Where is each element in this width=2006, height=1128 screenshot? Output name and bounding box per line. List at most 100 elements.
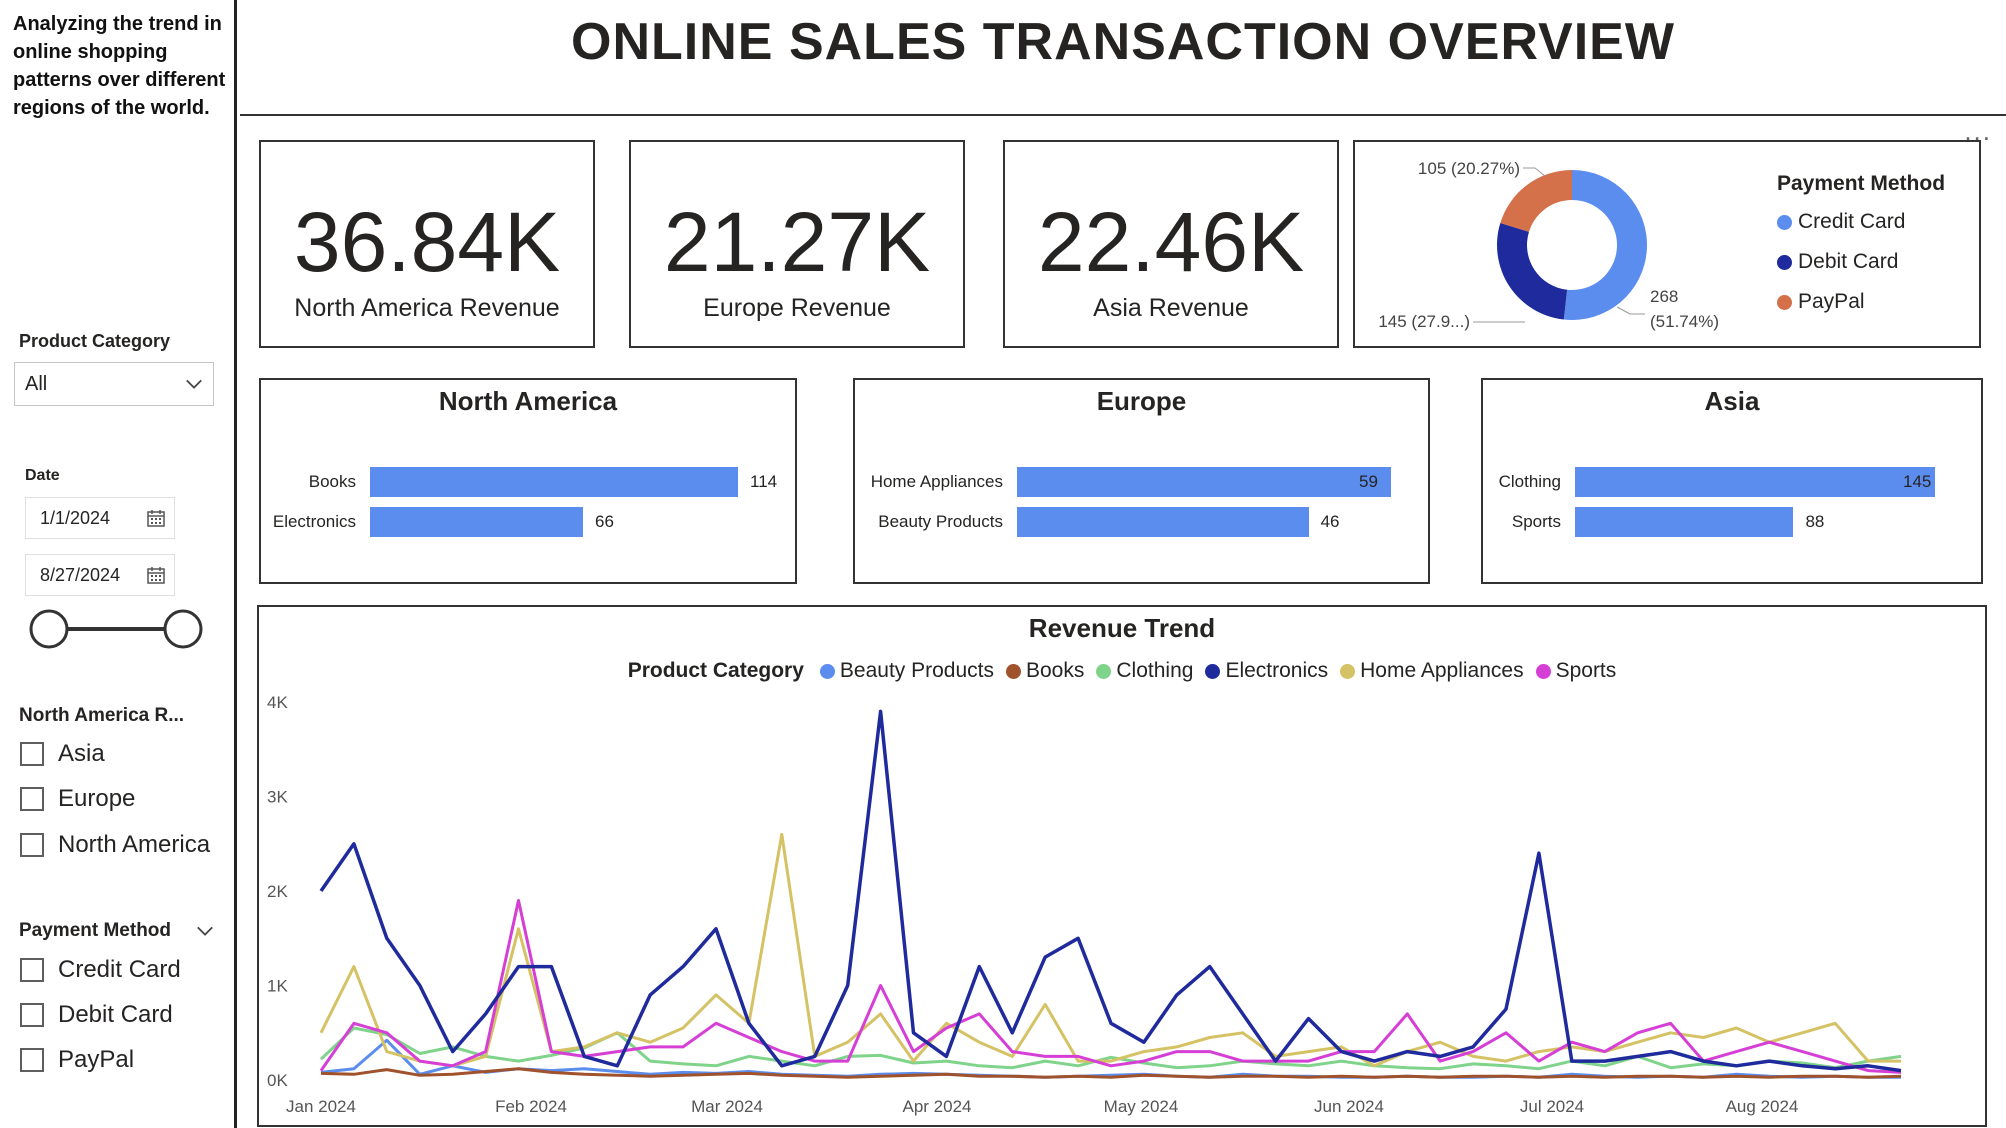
- kpi-label: Asia Revenue: [1093, 294, 1249, 322]
- leader-line: [1616, 306, 1645, 315]
- donut-slice-paypal[interactable]: [1500, 170, 1572, 232]
- checkbox[interactable]: [20, 787, 44, 811]
- bar[interactable]: [1017, 507, 1309, 537]
- bar-value-label: 145: [1903, 472, 1932, 491]
- chevron-down-icon[interactable]: [196, 924, 214, 938]
- option-label: Debit Card: [58, 1001, 173, 1028]
- legend-label: Debit Card: [1798, 250, 1899, 273]
- date-range-slider[interactable]: [28, 608, 206, 650]
- slider-end-handle[interactable]: [163, 609, 203, 649]
- region-slicer-title: North America R...: [19, 705, 214, 727]
- donut-slice-debit-card[interactable]: [1497, 223, 1568, 320]
- checkbox[interactable]: [20, 1048, 44, 1072]
- bar[interactable]: [370, 507, 584, 537]
- slider-start-handle[interactable]: [29, 609, 69, 649]
- bar-category-label: Books: [308, 472, 356, 491]
- donut-data-label: 268: [1650, 287, 1678, 306]
- series-line-electronics[interactable]: [319, 709, 1902, 1073]
- y-tick-label: 2K: [267, 882, 288, 901]
- product-category-selected: All: [25, 372, 48, 395]
- bar-category-label: Sports: [1511, 512, 1561, 531]
- north-america-bar-card: North America Books 114 Electronics 66: [259, 378, 797, 584]
- start-date-input[interactable]: 1/1/2024: [25, 497, 175, 539]
- date-slicer-title: Date: [25, 467, 60, 484]
- payment-option-debit-card[interactable]: Debit Card: [20, 1001, 173, 1029]
- region-option-europe[interactable]: Europe: [20, 785, 135, 813]
- bar[interactable]: [1575, 467, 1935, 497]
- bar-value-label: 46: [1320, 512, 1340, 531]
- option-label: North America: [58, 831, 211, 858]
- x-tick-label: Aug 2024: [1726, 1097, 1799, 1116]
- bar-value-label: 66: [595, 512, 614, 531]
- bar[interactable]: [370, 467, 738, 497]
- chart-title: North America: [438, 386, 618, 416]
- option-label: Credit Card: [58, 956, 181, 983]
- kpi-asia-revenue: 22.46K Asia Revenue: [1003, 140, 1339, 348]
- bar-value-label: 114: [750, 472, 778, 491]
- bar-value-label: 88: [1805, 512, 1825, 531]
- checkbox[interactable]: [20, 958, 44, 982]
- legend-dot: [1777, 254, 1792, 270]
- checkbox[interactable]: [20, 1003, 44, 1027]
- donut-slice-credit-card[interactable]: [1563, 170, 1647, 320]
- payment-method-donut-card: 268 (51.74%) 145 (27.9...) 105 (20.27%) Pay…: [1353, 140, 1981, 348]
- region-slicer-title-text: North America R...: [19, 705, 185, 726]
- kpi-value: 36.84K: [293, 195, 561, 289]
- calendar-icon[interactable]: [146, 565, 166, 585]
- legend-item-credit-card[interactable]: Credit Card: [1777, 202, 1945, 242]
- payment-donut-chart[interactable]: 268 (51.74%) 145 (27.9...) 105 (20.27%): [1355, 142, 1755, 346]
- y-tick-label: 4K: [267, 693, 288, 712]
- end-date-input[interactable]: 8/27/2024: [25, 554, 175, 596]
- product-category-title: Product Category: [19, 331, 171, 351]
- region-option-asia[interactable]: Asia: [20, 740, 105, 768]
- report-description: Analyzing the trend in online shopping p…: [13, 13, 226, 119]
- kpi-label: Europe Revenue: [703, 294, 891, 322]
- checkbox[interactable]: [20, 833, 44, 857]
- revenue-trend-line-chart[interactable]: 0K 1K 2K 3K 4K Jan 2024 Feb 2024 Mar 2024 Apr 20…: [259, 607, 1985, 1125]
- legend-item-paypal[interactable]: PayPal: [1777, 282, 1945, 322]
- bar[interactable]: [1017, 467, 1391, 497]
- more-options-icon[interactable]: ...: [1964, 118, 1992, 144]
- x-tick-label: Feb 2024: [495, 1097, 567, 1116]
- y-tick-label: 3K: [267, 788, 288, 807]
- kpi-value: 21.27K: [663, 195, 931, 289]
- chart-title: Europe: [1096, 386, 1187, 416]
- product-category-dropdown[interactable]: All: [14, 362, 214, 406]
- series-line-home-appliances[interactable]: [319, 832, 1901, 1068]
- checkbox[interactable]: [20, 742, 44, 766]
- bar-value-label: 59: [1359, 472, 1378, 491]
- donut-data-label: 145 (27.9...): [1378, 312, 1470, 331]
- kpi-label: North America Revenue: [294, 294, 560, 322]
- europe-bar-card: Europe Home Appliances 59 Beauty Products 4…: [853, 378, 1430, 584]
- leader-line: [1523, 167, 1546, 177]
- report-header: ONLINE SALES TRANSACTION OVERVIEW: [240, 0, 2006, 116]
- chevron-down-icon: [186, 379, 202, 389]
- x-tick-label: Jul 2024: [1520, 1097, 1584, 1116]
- payment-option-credit-card[interactable]: Credit Card: [20, 956, 181, 984]
- region-option-north-america[interactable]: North America: [20, 831, 210, 859]
- legend-label: Credit Card: [1798, 210, 1906, 233]
- legend-dot: [1777, 214, 1792, 230]
- legend-label: PayPal: [1798, 290, 1865, 313]
- x-tick-label: Apr 2024: [903, 1097, 972, 1116]
- bar[interactable]: [1575, 507, 1794, 537]
- bar-category-label: Home Appliances: [870, 472, 1003, 491]
- legend-dot: [1777, 294, 1792, 310]
- x-tick-label: May 2024: [1104, 1097, 1179, 1116]
- legend-title: Payment Method: [1777, 172, 1946, 195]
- revenue-trend-card: Revenue Trend Product Category Beauty Pr…: [257, 605, 1987, 1127]
- donut-data-label: 105 (20.27%): [1418, 159, 1520, 178]
- bar-category-label: Beauty Products: [878, 512, 1003, 531]
- payment-option-paypal[interactable]: PayPal: [20, 1046, 134, 1074]
- donut-data-label: (51.74%): [1650, 312, 1719, 331]
- page-title: ONLINE SALES TRANSACTION OVERVIEW: [571, 13, 1675, 71]
- bar-category-label: Clothing: [1498, 472, 1561, 491]
- calendar-icon[interactable]: [146, 508, 166, 528]
- x-tick-label: Mar 2024: [691, 1097, 763, 1116]
- asia-bar-card: Asia Clothing 145 Sports 88: [1481, 378, 1983, 584]
- option-label: Europe: [58, 785, 136, 812]
- start-date-value: 1/1/2024: [40, 507, 111, 528]
- kpi-north-america-revenue: 36.84K North America Revenue: [259, 140, 595, 348]
- legend-item-debit-card[interactable]: Debit Card: [1777, 242, 1945, 282]
- bar-category-label: Electronics: [272, 512, 356, 531]
